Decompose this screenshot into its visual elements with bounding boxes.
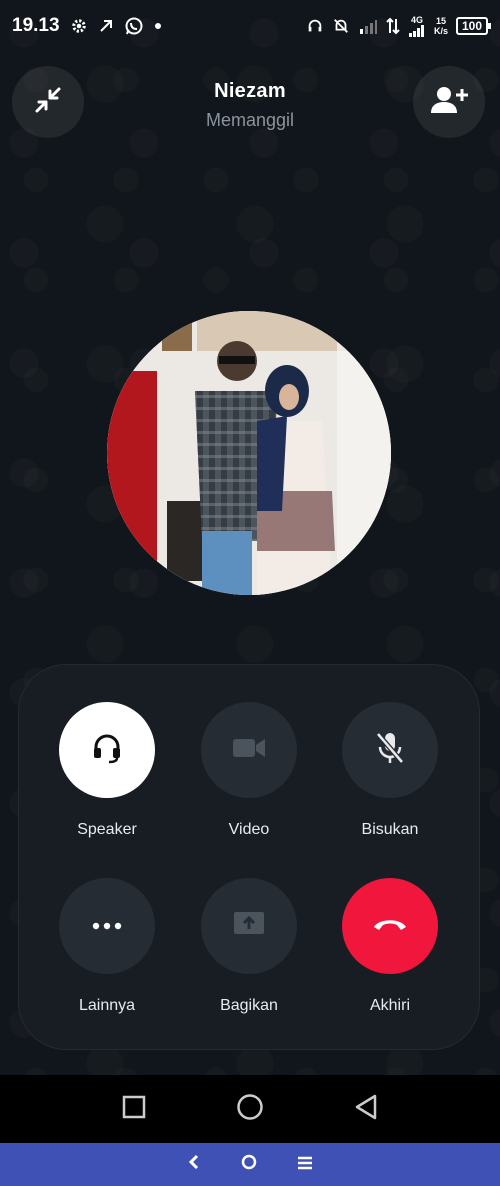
back-icon[interactable]	[354, 1094, 378, 1125]
silent-bell-icon	[332, 17, 350, 35]
video-label: Video	[228, 821, 270, 838]
settings-gear-icon	[70, 17, 88, 35]
mic-off-icon	[374, 730, 406, 771]
end-call-button[interactable]	[342, 878, 438, 974]
status-bar: 19.13 4G 15 K/s 100	[0, 0, 500, 52]
add-participant-button[interactable]	[413, 66, 485, 138]
share-screen-button[interactable]	[201, 878, 297, 974]
share-screen-icon	[232, 909, 266, 944]
network-speed-unit: K/s	[433, 26, 448, 36]
recent-apps-icon[interactable]	[122, 1095, 146, 1124]
headset-status-icon	[306, 17, 324, 35]
chevron-left-icon[interactable]	[187, 1153, 201, 1176]
speaker-label: Speaker	[77, 821, 137, 838]
contact-avatar-photo	[107, 311, 391, 595]
home-icon[interactable]	[236, 1093, 264, 1126]
network-speed-value: 15	[435, 16, 446, 26]
circle-icon[interactable]	[241, 1153, 257, 1176]
secondary-navigation-bar	[0, 1143, 500, 1186]
arrow-up-right-icon	[98, 18, 114, 34]
more-options-button[interactable]	[59, 878, 155, 974]
network-type-indicator: 4G	[408, 15, 426, 37]
notification-dot-icon	[154, 22, 162, 30]
data-transfer-icon	[386, 17, 400, 35]
battery-indicator: 100	[455, 17, 492, 35]
share-label: Bagikan	[220, 997, 278, 1014]
system-navigation-bar	[0, 1075, 500, 1143]
menu-lines-icon[interactable]	[297, 1153, 313, 1176]
speaker-button[interactable]	[59, 702, 155, 798]
video-camera-icon	[231, 734, 267, 767]
status-bar-left: 19.13	[12, 15, 162, 37]
signal-roaming-icon	[358, 17, 378, 35]
more-label: Lainnya	[78, 997, 136, 1014]
more-dots-icon	[92, 917, 122, 935]
whatsapp-icon	[124, 16, 144, 36]
network-speed: 15 K/s	[434, 16, 448, 36]
video-button[interactable]	[201, 702, 297, 798]
clock: 19.13	[12, 15, 60, 36]
add-person-icon	[429, 83, 469, 122]
status-bar-right: 4G 15 K/s 100	[306, 15, 492, 37]
mute-button[interactable]	[342, 702, 438, 798]
mute-label: Bisukan	[361, 821, 419, 838]
hang-up-icon	[371, 915, 409, 938]
end-label: Akhiri	[369, 997, 410, 1014]
headset-icon	[89, 730, 125, 771]
